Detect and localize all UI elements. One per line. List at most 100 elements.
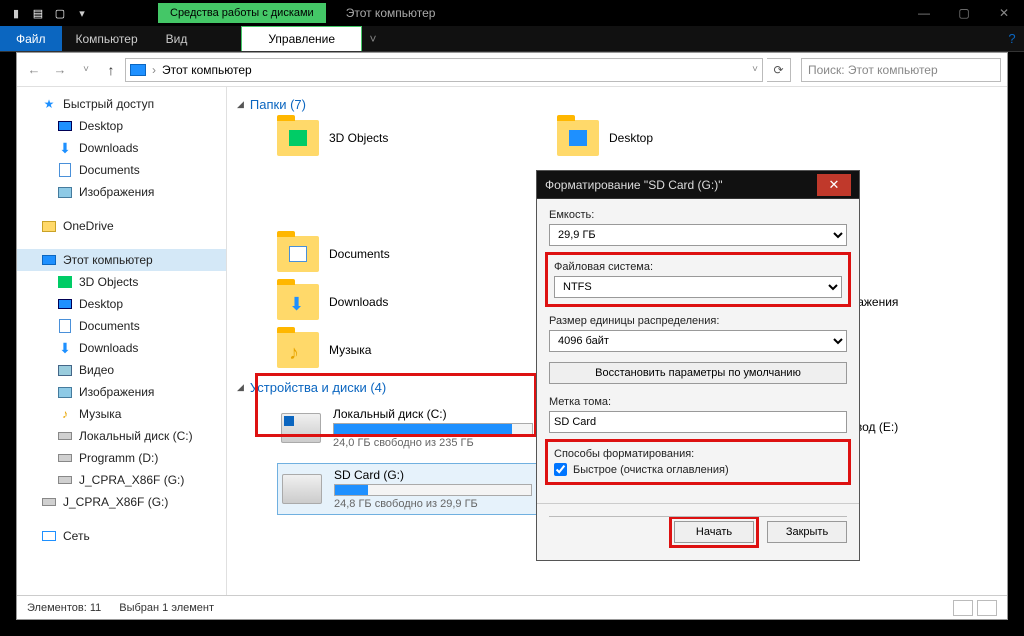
qat-new-icon[interactable]: ▢ [52, 5, 68, 21]
start-button[interactable]: Начать [674, 521, 754, 543]
annotation-highlight: Начать [669, 516, 759, 548]
status-bar: Элементов: 11 Выбран 1 элемент [17, 595, 1007, 619]
back-button[interactable]: ← [23, 59, 45, 81]
file-tab[interactable]: Файл [0, 26, 62, 51]
annotation-highlight: Способы форматирования: Быстрое (очистка… [545, 439, 851, 485]
nav-desktop-2[interactable]: Desktop [17, 293, 226, 315]
capacity-bar [333, 423, 533, 435]
ribbon-collapse-icon[interactable]: ˅ [362, 26, 384, 51]
download-icon: ⬇ [57, 341, 73, 355]
icons-view-button[interactable] [977, 600, 997, 616]
allocation-label: Размер единицы распределения: [549, 315, 847, 327]
music-icon: ♪ [57, 407, 73, 421]
nav-sd-2[interactable]: J_CPRA_X86F (G:) [17, 491, 226, 513]
tab-manage[interactable]: Управление [241, 26, 362, 51]
dialog-title: Форматирование "SD Card (G:)" [545, 178, 722, 192]
filesystem-select[interactable]: NTFS [554, 276, 842, 298]
ribbon-tabs: Файл Компьютер Вид Управление ˅ ? [0, 26, 1024, 52]
folder-icon: ▮ [8, 5, 24, 21]
maximize-button[interactable]: ▢ [944, 0, 984, 26]
drive-local-c[interactable]: Локальный диск (C:) 24,0 ГБ свободно из … [277, 403, 537, 453]
desktop-icon [58, 299, 72, 309]
forward-button[interactable]: → [49, 59, 71, 81]
window-title: Этот компьютер [346, 6, 436, 20]
folder-3d-objects[interactable]: 3D Objects [277, 120, 477, 156]
nav-documents[interactable]: Documents [17, 159, 226, 181]
collapse-icon: ◢ [237, 382, 244, 393]
format-dialog: Форматирование "SD Card (G:)" ✕ Емкость:… [536, 170, 860, 561]
annotation-highlight: Файловая система: NTFS [545, 252, 851, 307]
drive-sd-g[interactable]: SD Card (G:) 24,8 ГБ свободно из 29,9 ГБ [277, 463, 537, 515]
nav-video[interactable]: Видео [17, 359, 226, 381]
close-window-button[interactable]: ✕ [984, 0, 1024, 26]
folder-downloads[interactable]: ⬇Downloads [277, 284, 477, 320]
pc-icon [42, 255, 56, 265]
help-icon[interactable]: ? [1000, 26, 1024, 51]
restore-defaults-button[interactable]: Восстановить параметры по умолчанию [549, 362, 847, 384]
tab-computer[interactable]: Компьютер [62, 26, 152, 51]
folder-icon [277, 120, 319, 156]
nav-downloads-2[interactable]: ⬇Downloads [17, 337, 226, 359]
contextual-tab-header: Средства работы с дисками [158, 3, 326, 23]
search-placeholder: Поиск: Этот компьютер [808, 63, 938, 77]
drive-icon [58, 432, 72, 440]
folder-icon [277, 236, 319, 272]
folders-group-header[interactable]: ◢ Папки (7) [237, 97, 997, 112]
folder-icon [557, 120, 599, 156]
close-button[interactable]: ✕ [817, 174, 851, 196]
document-icon [59, 319, 71, 333]
nav-music[interactable]: ♪Музыка [17, 403, 226, 425]
capacity-select[interactable]: 29,9 ГБ [549, 224, 847, 246]
star-icon: ★ [41, 97, 57, 111]
nav-quick-access[interactable]: ★Быстрый доступ [17, 93, 226, 115]
nav-desktop[interactable]: Desktop [17, 115, 226, 137]
nav-3d-objects[interactable]: 3D Objects [17, 271, 226, 293]
pictures-icon [58, 387, 72, 398]
nav-downloads[interactable]: ⬇Downloads [17, 137, 226, 159]
nav-documents-2[interactable]: Documents [17, 315, 226, 337]
address-dropdown-icon[interactable]: ˅ [752, 64, 758, 75]
search-input[interactable]: Поиск: Этот компьютер [801, 58, 1001, 82]
nav-pictures[interactable]: Изображения [17, 181, 226, 203]
volume-label: Метка тома: [549, 396, 847, 408]
quick-format-label: Быстрое (очистка оглавления) [573, 464, 729, 476]
video-icon [58, 365, 72, 376]
recent-dropdown-icon[interactable]: ˅ [75, 59, 97, 81]
address-bar[interactable]: › Этот компьютер ˅ [125, 58, 763, 82]
folder-desktop[interactable]: Desktop [557, 120, 757, 156]
desktop-icon [58, 121, 72, 131]
drive-icon [58, 454, 72, 462]
tab-view[interactable]: Вид [152, 26, 202, 51]
folder-documents[interactable]: Documents [277, 236, 477, 272]
close-dialog-button[interactable]: Закрыть [767, 521, 847, 543]
titlebar: ▮ ▤ ▢ ▾ Средства работы с дисками Этот к… [0, 0, 1024, 26]
nav-onedrive[interactable]: OneDrive [17, 215, 226, 237]
drive-icon [281, 413, 321, 443]
quick-format-checkbox[interactable] [554, 463, 567, 476]
nav-this-pc[interactable]: Этот компьютер [17, 249, 226, 271]
capacity-bar [334, 484, 532, 496]
folder-icon: ♪ [277, 332, 319, 368]
qat-props-icon[interactable]: ▤ [30, 5, 46, 21]
sd-card-icon [282, 474, 322, 504]
address-bar-row: ← → ˅ ↑ › Этот компьютер ˅ ⟳ Поиск: Этот… [17, 53, 1007, 87]
folder-music[interactable]: ♪Музыка [277, 332, 477, 368]
status-selection: Выбран 1 элемент [119, 602, 214, 614]
chevron-right-icon: › [152, 63, 156, 77]
up-button[interactable]: ↑ [101, 62, 121, 78]
3d-icon [58, 276, 72, 288]
allocation-select[interactable]: 4096 байт [549, 330, 847, 352]
nav-local-disk[interactable]: Локальный диск (C:) [17, 425, 226, 447]
qat-dropdown-icon[interactable]: ▾ [74, 5, 90, 21]
dialog-titlebar[interactable]: Форматирование "SD Card (G:)" ✕ [537, 171, 859, 199]
document-icon [59, 163, 71, 177]
capacity-label: Емкость: [549, 209, 847, 221]
details-view-button[interactable] [953, 600, 973, 616]
nav-pictures-2[interactable]: Изображения [17, 381, 226, 403]
nav-sd-1[interactable]: J_CPRA_X86F (G:) [17, 469, 226, 491]
minimize-button[interactable]: — [904, 0, 944, 26]
nav-network[interactable]: Сеть [17, 525, 226, 547]
volume-input[interactable] [549, 411, 847, 433]
refresh-button[interactable]: ⟳ [767, 58, 791, 82]
nav-programm[interactable]: Programm (D:) [17, 447, 226, 469]
